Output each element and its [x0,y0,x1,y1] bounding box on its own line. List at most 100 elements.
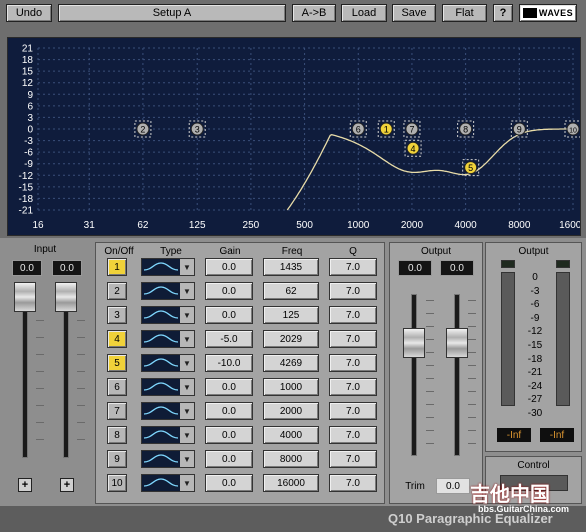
q-header: Q [349,246,357,257]
fader-tick [468,339,476,340]
bell-filter-icon [142,403,180,419]
band-3-gain-field[interactable]: 0.0 [205,306,253,324]
band-10-gain-field[interactable]: 0.0 [205,474,253,492]
band-9-onoff-button[interactable]: 9 [107,450,127,468]
band-7-gain-field[interactable]: 0.0 [205,402,253,420]
band-8-onoff-button[interactable]: 8 [107,426,127,444]
band-6-onoff-button[interactable]: 6 [107,378,127,396]
band-10-freq-field[interactable]: 16000 [263,474,319,492]
band-1-type-select[interactable]: ▼ [141,258,195,276]
band-9-type-select[interactable]: ▼ [141,450,195,468]
fader-tick [468,391,476,392]
output-right-value[interactable]: 0.0 [440,260,474,276]
band-9-gain-field[interactable]: 0.0 [205,450,253,468]
band-6-gain-field[interactable]: 0.0 [205,378,253,396]
load-button[interactable]: Load [341,4,387,22]
band-4-gain-field[interactable]: -5.0 [205,330,253,348]
meter-scale-label: -21 [527,367,543,379]
band-9-q-field[interactable]: 7.0 [329,450,377,468]
band-5-gain-field[interactable]: -10.0 [205,354,253,372]
flat-button[interactable]: Flat [442,4,487,22]
band-8-freq-field[interactable]: 4000 [263,426,319,444]
right-clip-led[interactable] [556,260,570,268]
band-5-q-field[interactable]: 7.0 [329,354,377,372]
band-7-q-field[interactable]: 7.0 [329,402,377,420]
fader-tick [426,430,434,431]
a-to-b-button[interactable]: A->B [292,4,336,22]
band-7-freq-field[interactable]: 2000 [263,402,319,420]
band-5-freq-field[interactable]: 4269 [263,354,319,372]
band-8-q-field[interactable]: 7.0 [329,426,377,444]
output-right-fader[interactable] [446,328,468,358]
band-5-onoff-button[interactable]: 5 [107,354,127,372]
input-right-fader[interactable] [55,282,77,312]
band-1-q-field[interactable]: 7.0 [329,258,377,276]
save-button[interactable]: Save [392,4,436,22]
band-1-onoff-button[interactable]: 1 [107,258,127,276]
setup-selector[interactable]: Setup A [58,4,286,22]
band-6-q-field[interactable]: 7.0 [329,378,377,396]
input-left-value[interactable]: 0.0 [12,260,42,276]
trim-value[interactable]: 0.0 [436,478,470,494]
right-peak-readout[interactable]: -Inf [540,428,574,442]
x-tick-label: 31 [84,220,96,231]
band-3-type-select[interactable]: ▼ [141,306,195,324]
input-left-link-button[interactable]: + [18,478,32,492]
input-right-link-button[interactable]: + [60,478,74,492]
waves-logo-text: WAVES [538,8,574,18]
bell-filter-icon [142,427,180,443]
y-tick-label: -6 [24,148,33,159]
band-8-gain-field[interactable]: 0.0 [205,426,253,444]
output-left-value[interactable]: 0.0 [398,260,432,276]
undo-button[interactable]: Undo [6,4,52,22]
x-tick-label: 500 [296,220,313,231]
band-2-type-select[interactable]: ▼ [141,282,195,300]
band-7-type-select[interactable]: ▼ [141,402,195,420]
bell-filter-icon [142,379,180,395]
band-2-onoff-button[interactable]: 2 [107,282,127,300]
band-marker-label: 1 [384,125,389,135]
band-6-type-select[interactable]: ▼ [141,378,195,396]
bell-filter-icon [142,307,180,323]
band-3-onoff-button[interactable]: 3 [107,306,127,324]
band-9-freq-field[interactable]: 8000 [263,450,319,468]
band-1-freq-field[interactable]: 1435 [263,258,319,276]
eq-graph-panel: 1631621252505001000200040008000160002118… [7,37,581,236]
y-tick-label: 15 [22,67,34,78]
fader-tick [36,439,44,440]
band-10-onoff-button[interactable]: 10 [107,474,127,492]
band-3-q-field[interactable]: 7.0 [329,306,377,324]
fader-tick [426,378,434,379]
gain-header: Gain [219,246,241,257]
band-8-type-select[interactable]: ▼ [141,426,195,444]
band-5-type-select[interactable]: ▼ [141,354,195,372]
band-2-freq-field[interactable]: 62 [263,282,319,300]
dropdown-arrow-icon: ▼ [183,310,191,320]
output-left-fader[interactable] [403,328,425,358]
band-4-freq-field[interactable]: 2029 [263,330,319,348]
fader-tick [426,404,434,405]
eq-graph[interactable]: 1631621252505001000200040008000160002118… [8,38,580,235]
band-marker-label: 7 [409,125,414,135]
band-6-freq-field[interactable]: 1000 [263,378,319,396]
left-clip-led[interactable] [501,260,515,268]
band-4-onoff-button[interactable]: 4 [107,330,127,348]
band-2-q-field[interactable]: 7.0 [329,282,377,300]
input-right-value[interactable]: 0.0 [52,260,82,276]
y-tick-label: 3 [27,113,33,124]
band-10-q-field[interactable]: 7.0 [329,474,377,492]
band-2-gain-field[interactable]: 0.0 [205,282,253,300]
band-7-onoff-button[interactable]: 7 [107,402,127,420]
fader-tick [77,354,85,355]
help-button[interactable]: ? [493,4,513,22]
x-tick-label: 4000 [455,220,478,231]
input-left-fader[interactable] [14,282,36,312]
left-peak-readout[interactable]: -Inf [497,428,531,442]
band-4-q-field[interactable]: 7.0 [329,330,377,348]
band-4-type-select[interactable]: ▼ [141,330,195,348]
band-10-type-select[interactable]: ▼ [141,474,195,492]
band-1-gain-field[interactable]: 0.0 [205,258,253,276]
controls-panel: Input 0.0 0.0 + + On/Off Type Gain Freq … [0,238,586,532]
fader-tick [426,443,434,444]
band-3-freq-field[interactable]: 125 [263,306,319,324]
